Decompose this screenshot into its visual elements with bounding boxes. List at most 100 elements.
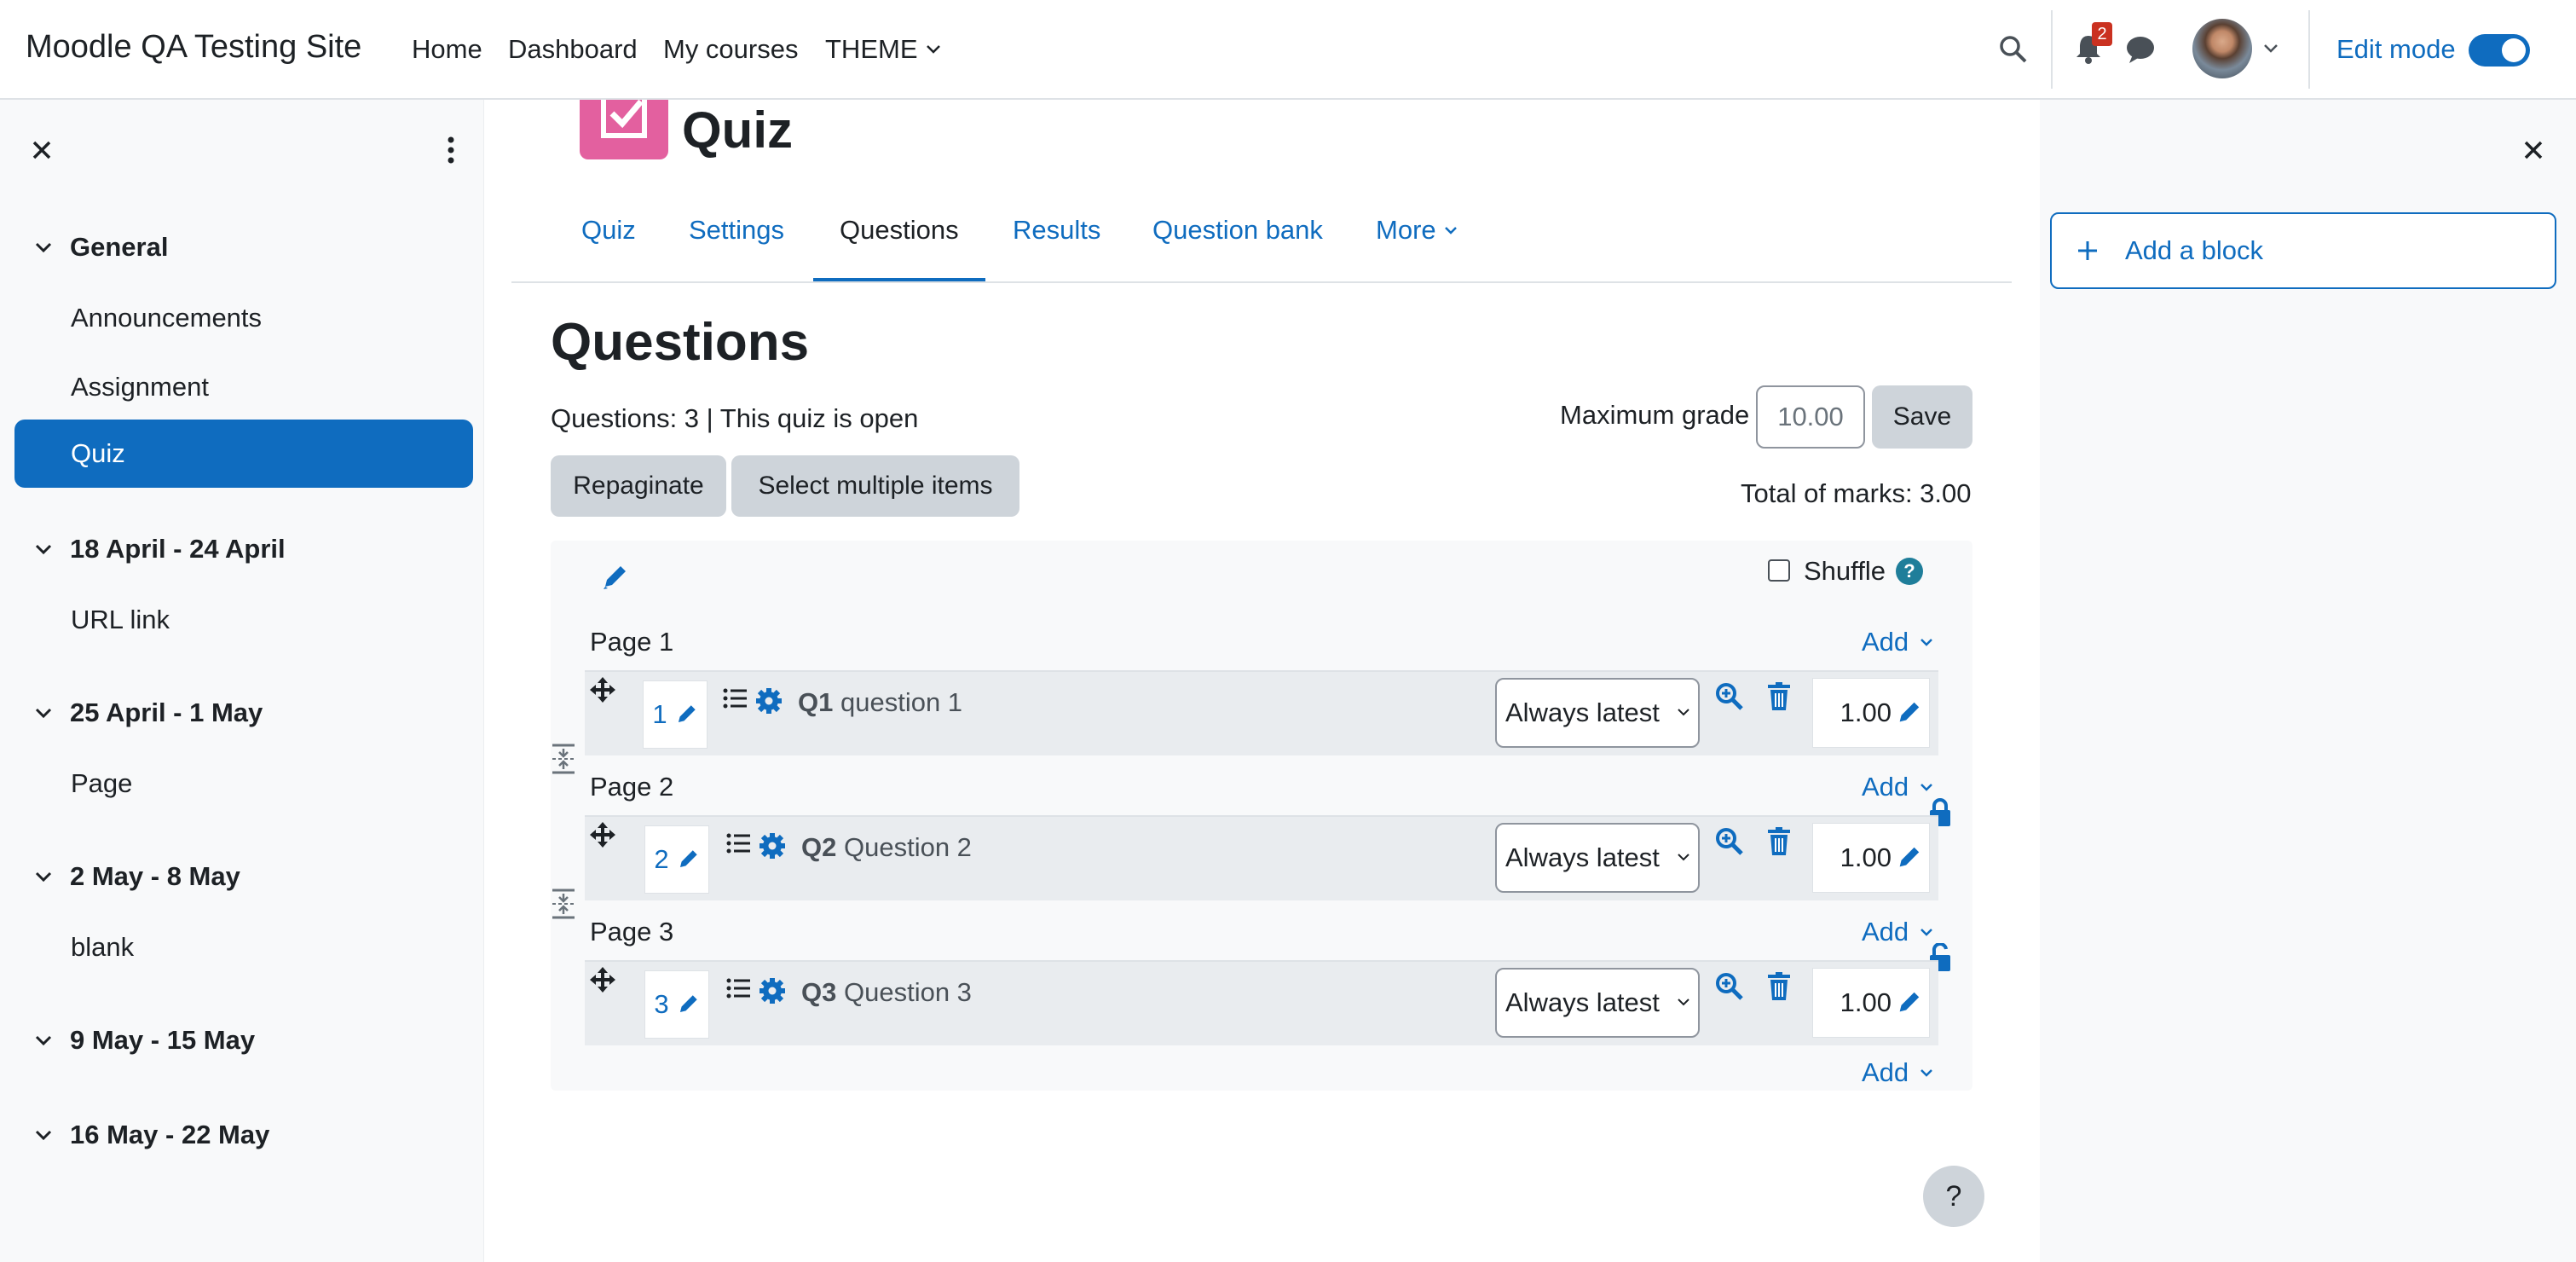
notification-badge: 2 xyxy=(2092,22,2112,46)
pencil-icon xyxy=(1899,847,1920,867)
section-week[interactable]: 25 April - 1 May xyxy=(31,698,263,728)
course-index-item[interactable]: Announcements xyxy=(71,303,262,333)
nav-theme-dropdown[interactable]: THEME xyxy=(825,36,942,62)
avatar[interactable] xyxy=(2192,19,2252,78)
section-general[interactable]: General xyxy=(31,232,168,263)
preview-zoom-icon[interactable] xyxy=(1715,682,1744,711)
pencil-icon xyxy=(1899,702,1920,722)
chevron-down-icon xyxy=(1920,1069,1933,1077)
page-break-icon[interactable] xyxy=(551,889,576,919)
chevron-down-icon xyxy=(35,871,52,883)
question-title: Q1 question 1 xyxy=(798,687,962,718)
pencil-icon xyxy=(679,850,697,868)
question-mark-value: 1.00 xyxy=(1840,842,1892,872)
add-menu[interactable]: Add xyxy=(1862,772,1934,802)
course-index-item[interactable]: Assignment xyxy=(71,372,209,402)
course-index-item[interactable]: blank xyxy=(71,932,134,963)
gear-icon[interactable] xyxy=(759,832,786,860)
move-icon[interactable] xyxy=(588,820,617,849)
course-index-item[interactable]: Page xyxy=(71,768,132,799)
question-number-box[interactable]: 3 xyxy=(644,970,709,1039)
tab-more-label: More xyxy=(1376,215,1436,245)
question-code: Q3 xyxy=(801,977,837,1007)
section-title: 2 May - 8 May xyxy=(70,861,240,891)
more-options-icon[interactable] xyxy=(447,136,455,165)
move-icon[interactable] xyxy=(588,965,617,994)
question-code: Q1 xyxy=(798,687,834,717)
section-week[interactable]: 2 May - 8 May xyxy=(31,861,240,892)
nav-home[interactable]: Home xyxy=(412,36,482,62)
gear-icon[interactable] xyxy=(759,977,786,1004)
select-multiple-button[interactable]: Select multiple items xyxy=(731,455,1019,517)
question-mark[interactable]: 1.00 xyxy=(1812,823,1930,893)
trash-icon[interactable] xyxy=(1766,827,1792,856)
preview-zoom-icon[interactable] xyxy=(1715,972,1744,1001)
close-icon[interactable] xyxy=(31,139,53,161)
course-index-item-active[interactable]: Quiz xyxy=(14,420,473,488)
trash-icon[interactable] xyxy=(1766,972,1792,1001)
version-select-value: Always latest xyxy=(1505,987,1660,1017)
add-block-button[interactable]: Add a block xyxy=(2050,212,2556,289)
tab-settings[interactable]: Settings xyxy=(689,215,784,246)
checkbox-icon xyxy=(601,89,647,138)
gear-icon[interactable] xyxy=(755,687,783,715)
close-icon[interactable] xyxy=(2522,139,2544,161)
chevron-down-icon xyxy=(35,242,52,253)
plus-icon xyxy=(2078,241,2097,260)
question-number: 2 xyxy=(654,844,669,874)
chevron-down-icon[interactable] xyxy=(2262,43,2279,55)
activity-title: Quiz xyxy=(682,101,793,159)
pencil-icon xyxy=(678,705,696,723)
chevron-down-icon xyxy=(1678,999,1689,1006)
quiz-activity-icon xyxy=(580,89,668,159)
question-number-box[interactable]: 2 xyxy=(644,825,709,894)
site-name[interactable]: Moodle QA Testing Site xyxy=(26,31,361,63)
tabs-divider xyxy=(511,281,2012,283)
section-week[interactable]: 18 April - 24 April xyxy=(31,534,286,564)
page-break-icon[interactable] xyxy=(551,744,576,774)
repaginate-button[interactable]: Repaginate xyxy=(551,455,726,517)
section-week[interactable]: 9 May - 15 May xyxy=(31,1025,255,1056)
tab-questions[interactable]: Questions xyxy=(840,215,959,246)
tab-quiz[interactable]: Quiz xyxy=(581,215,636,246)
trash-icon[interactable] xyxy=(1766,682,1792,711)
question-mark[interactable]: 1.00 xyxy=(1812,678,1930,748)
chevron-down-icon xyxy=(1444,227,1457,234)
nav-my-courses[interactable]: My courses xyxy=(663,36,798,62)
add-menu[interactable]: Add xyxy=(1862,1057,1934,1088)
question-mark[interactable]: 1.00 xyxy=(1812,968,1930,1038)
chat-icon[interactable] xyxy=(2124,34,2157,65)
nav-dashboard[interactable]: Dashboard xyxy=(508,36,638,62)
preview-zoom-icon[interactable] xyxy=(1715,827,1744,856)
chevron-down-icon xyxy=(1920,784,1933,791)
help-icon[interactable]: ? xyxy=(1896,558,1923,585)
add-menu[interactable]: Add xyxy=(1862,917,1934,947)
save-button[interactable]: Save xyxy=(1872,385,1972,449)
tab-results[interactable]: Results xyxy=(1013,215,1100,246)
pencil-icon xyxy=(1899,992,1920,1012)
tab-more[interactable]: More xyxy=(1376,215,1458,246)
question-type-icon xyxy=(723,688,747,709)
version-select[interactable]: Always latest xyxy=(1495,823,1700,893)
add-menu[interactable]: Add xyxy=(1862,627,1934,657)
max-grade-input[interactable] xyxy=(1756,385,1865,449)
version-select[interactable]: Always latest xyxy=(1495,968,1700,1038)
chevron-down-icon xyxy=(1678,854,1689,861)
edit-section-pencil-icon[interactable] xyxy=(600,563,629,592)
total-marks: Total of marks: 3.00 xyxy=(1741,478,1972,508)
shuffle-checkbox[interactable] xyxy=(1768,559,1790,582)
edit-mode-toggle[interactable] xyxy=(2469,34,2530,67)
search-icon[interactable] xyxy=(1998,34,2029,65)
question-number-box[interactable]: 1 xyxy=(643,680,708,749)
section-title: 18 April - 24 April xyxy=(70,534,286,564)
add-block-label: Add a block xyxy=(2125,235,2263,265)
version-select[interactable]: Always latest xyxy=(1495,678,1700,748)
move-icon[interactable] xyxy=(588,675,617,704)
course-index-item[interactable]: URL link xyxy=(71,605,170,635)
add-label: Add xyxy=(1862,917,1909,946)
notifications-button[interactable]: 2 xyxy=(2073,22,2112,67)
footer-help-button[interactable]: ? xyxy=(1923,1166,1984,1227)
section-title: 16 May - 22 May xyxy=(70,1120,270,1149)
tab-question-bank[interactable]: Question bank xyxy=(1152,215,1323,246)
section-week[interactable]: 16 May - 22 May xyxy=(31,1120,269,1150)
